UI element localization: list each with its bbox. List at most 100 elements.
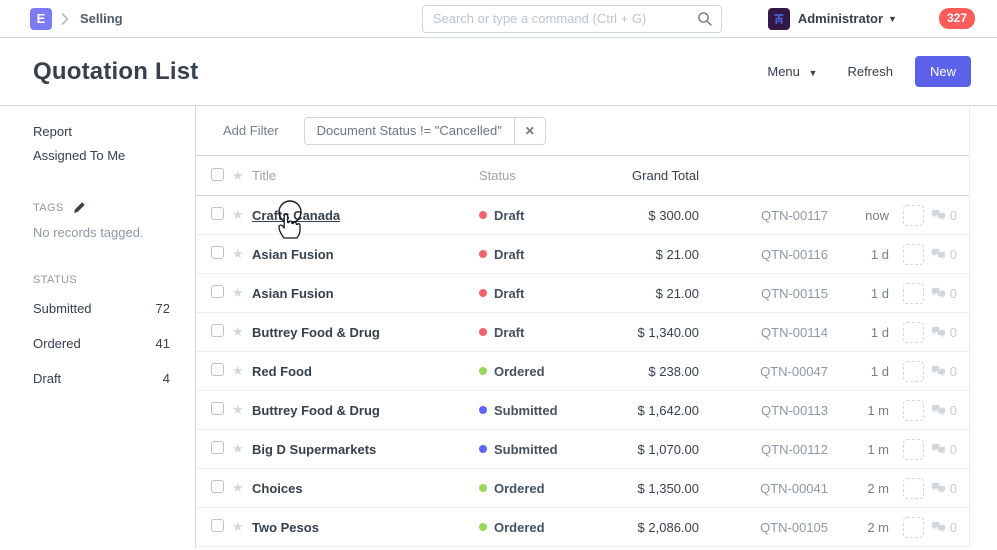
row-title-link[interactable]: Big D Supermarkets [252, 442, 376, 457]
star-icon[interactable]: ★ [232, 480, 252, 496]
comment-count: 0 [924, 481, 957, 496]
table-row[interactable]: ★ Asian Fusion Draft $ 21.00 QTN-00116 1… [196, 235, 969, 274]
row-checkbox[interactable] [211, 441, 224, 454]
row-checkbox[interactable] [211, 480, 224, 493]
assignment-box[interactable] [903, 244, 924, 265]
comment-count: 0 [924, 403, 957, 418]
assignment-box[interactable] [903, 205, 924, 226]
comment-icon [931, 248, 946, 261]
remove-filter-icon[interactable]: ✕ [515, 118, 545, 144]
liked-by-star-icon[interactable]: ★ [232, 168, 252, 184]
row-title-link[interactable]: Buttrey Food & Drug [252, 325, 380, 340]
column-header-grand-total: Grand Total [599, 168, 699, 183]
list-rows: ★ Crafts Canada Draft $ 300.00 QTN-00117… [196, 196, 969, 547]
tags-empty-text: No records tagged. [33, 225, 170, 240]
row-title-link[interactable]: Asian Fusion [252, 247, 334, 262]
assignment-box[interactable] [903, 283, 924, 304]
status-filter-ordered[interactable]: Ordered 41 [33, 332, 170, 356]
status-dot-icon [479, 289, 487, 297]
row-document-name: QTN-00115 [699, 286, 828, 301]
assignment-box[interactable] [903, 361, 924, 382]
row-checkbox[interactable] [211, 324, 224, 337]
comment-count: 0 [924, 442, 957, 457]
table-row[interactable]: ★ Asian Fusion Draft $ 21.00 QTN-00115 1… [196, 274, 969, 313]
star-icon[interactable]: ★ [232, 285, 252, 301]
table-row[interactable]: ★ Crafts Canada Draft $ 300.00 QTN-00117… [196, 196, 969, 235]
row-checkbox[interactable] [211, 246, 224, 259]
breadcrumb-selling[interactable]: Selling [80, 11, 123, 26]
star-icon[interactable]: ★ [232, 363, 252, 379]
assignment-box[interactable] [903, 517, 924, 538]
status-filter-draft[interactable]: Draft 4 [33, 367, 170, 391]
status-dot-icon [479, 211, 487, 219]
star-icon[interactable]: ★ [232, 441, 252, 457]
status-dot-icon [479, 328, 487, 336]
comment-count: 0 [924, 208, 957, 223]
star-icon[interactable]: ★ [232, 402, 252, 418]
row-modified-time: 1 m [828, 442, 889, 457]
edit-tags-pencil-icon[interactable] [73, 201, 86, 214]
row-document-name: QTN-00112 [699, 442, 828, 457]
row-modified-time: 1 d [828, 247, 889, 262]
status-filter-count: 4 [163, 367, 170, 391]
row-checkbox[interactable] [211, 285, 224, 298]
row-checkbox[interactable] [211, 519, 224, 532]
status-filter-count: 41 [156, 332, 170, 356]
search-input[interactable] [422, 5, 722, 33]
star-icon[interactable]: ★ [232, 519, 252, 535]
row-checkbox[interactable] [211, 207, 224, 220]
status-dot-icon [479, 406, 487, 414]
table-row[interactable]: ★ Red Food Ordered $ 238.00 QTN-00047 1 … [196, 352, 969, 391]
row-title-link[interactable]: Two Pesos [252, 520, 319, 535]
row-document-name: QTN-00105 [699, 520, 828, 535]
assignment-box[interactable] [903, 478, 924, 499]
row-title-link[interactable]: Buttrey Food & Drug [252, 403, 380, 418]
star-icon[interactable]: ★ [232, 207, 252, 223]
row-title-link[interactable]: Crafts Canada [252, 208, 340, 223]
row-grand-total: $ 1,070.00 [599, 442, 699, 457]
page-head: Quotation List Menu ▼ Refresh New [0, 38, 997, 106]
row-checkbox[interactable] [211, 363, 224, 376]
row-title-link[interactable]: Choices [252, 481, 303, 496]
row-status: Draft [479, 208, 599, 223]
comment-icon [931, 209, 946, 222]
status-filter-submitted[interactable]: Submitted 72 [33, 297, 170, 321]
refresh-button[interactable]: Refresh [847, 64, 893, 79]
select-all-checkbox[interactable] [211, 168, 224, 181]
row-modified-time: 2 m [828, 481, 889, 496]
comment-icon [931, 365, 946, 378]
status-dot-icon [479, 523, 487, 531]
notifications-badge[interactable]: 327 [939, 8, 975, 29]
user-avatar-icon [768, 8, 790, 30]
table-row[interactable]: ★ Big D Supermarkets Submitted $ 1,070.0… [196, 430, 969, 469]
tags-heading: TAGS [33, 201, 170, 214]
table-row[interactable]: ★ Buttrey Food & Drug Draft $ 1,340.00 Q… [196, 313, 969, 352]
star-icon[interactable]: ★ [232, 246, 252, 262]
table-row[interactable]: ★ Choices Ordered $ 1,350.00 QTN-00041 2… [196, 469, 969, 508]
assignment-box[interactable] [903, 322, 924, 343]
row-checkbox[interactable] [211, 402, 224, 415]
row-grand-total: $ 1,642.00 [599, 403, 699, 418]
user-menu[interactable]: Administrator ▼ [768, 8, 897, 30]
star-icon[interactable]: ★ [232, 324, 252, 340]
status-dot-icon [479, 484, 487, 492]
assignment-box[interactable] [903, 400, 924, 421]
app-logo[interactable]: E [30, 8, 52, 30]
row-grand-total: $ 238.00 [599, 364, 699, 379]
row-title-link[interactable]: Asian Fusion [252, 286, 334, 301]
new-button[interactable]: New [915, 56, 971, 87]
table-row[interactable]: ★ Two Pesos Ordered $ 2,086.00 QTN-00105… [196, 508, 969, 547]
row-modified-time: 2 m [828, 520, 889, 535]
row-status: Draft [479, 247, 599, 262]
assignment-box[interactable] [903, 439, 924, 460]
sidebar-item-report[interactable]: Report [33, 120, 170, 144]
sidebar-item-assigned-to-me[interactable]: Assigned To Me [33, 144, 170, 168]
menu-button[interactable]: Menu ▼ [767, 64, 817, 79]
row-modified-time: 1 d [828, 364, 889, 379]
page-actions: Menu ▼ Refresh New [767, 56, 971, 87]
filter-chip-label[interactable]: Document Status != "Cancelled" [305, 118, 515, 144]
row-document-name: QTN-00113 [699, 403, 828, 418]
row-title-link[interactable]: Red Food [252, 364, 312, 379]
table-row[interactable]: ★ Buttrey Food & Drug Submitted $ 1,642.… [196, 391, 969, 430]
add-filter-button[interactable]: Add Filter [223, 123, 279, 138]
